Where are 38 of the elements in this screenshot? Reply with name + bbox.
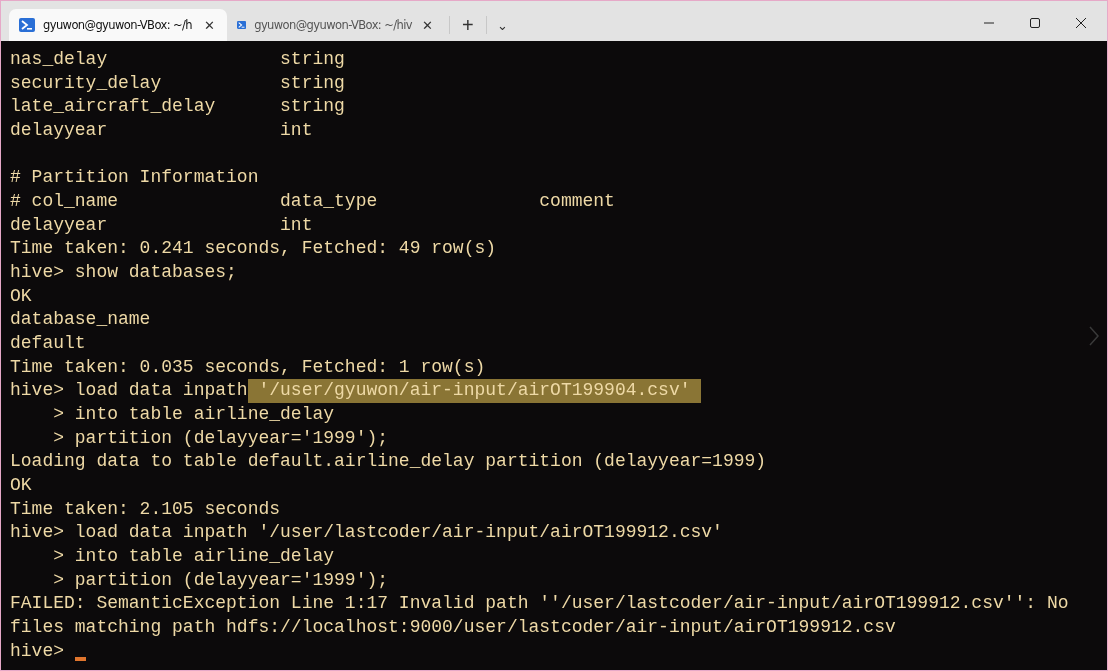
maximize-icon[interactable] — [1029, 17, 1041, 29]
terminal-line: > partition (delayyear='1999'); — [52, 568, 389, 592]
terminal-line: late_aircraft_delay string — [10, 95, 345, 119]
close-tab-button[interactable]: ✕ — [202, 17, 217, 33]
terminal-line: files matching path hdfs://localhost:9000/user/lastcoder/air-input/airOT199912.csv — [10, 616, 896, 640]
terminal-line: > into table airline_delay — [52, 403, 335, 427]
new-tab-button[interactable]: + — [454, 9, 482, 41]
terminal-line: FAILED: SemanticException Line 1:17 Invalid path ''/user/lastcoder/air-input/airOT199912.csv'': No — [10, 592, 1069, 616]
tab-title: gyuwon@gyuwon-VBox: ~/hiv — [254, 18, 412, 32]
terminal-line: nas_delay string — [10, 48, 345, 71]
tab-title: gyuwon@gyuwon-VBox: ~/h — [43, 18, 193, 32]
terminal-line: hive> show databases; — [10, 261, 237, 285]
terminal-line: hive> — [10, 639, 64, 663]
terminal-line: hive> load data inpath '/user/lastcoder/air-input/airOT199912.csv' — [10, 521, 723, 545]
terminal-icon — [237, 18, 247, 32]
terminal-line: OK — [10, 284, 32, 308]
terminal-line: default — [10, 332, 86, 356]
close-tab-button[interactable]: ✕ — [420, 17, 435, 33]
terminal-line: > partition (delayyear='1999'); — [52, 426, 389, 450]
terminal-line: # col_name data_type comment — [10, 190, 615, 214]
terminal-line: # Partition Information — [10, 166, 259, 190]
terminal-line: delayyear int — [10, 213, 313, 237]
terminal-line: delayyear int — [10, 119, 313, 142]
terminal-tab[interactable]: gyuwon@gyuwon-VBox: ~/hiv ✕ — [227, 9, 445, 41]
close-icon[interactable] — [1075, 17, 1087, 29]
dropdown-button[interactable]: ⌄ — [490, 9, 514, 41]
terminal-tab[interactable]: gyuwon@gyuwon-VBox: ~/h ✕ — [9, 9, 227, 41]
terminal-line: Time taken: 0.241 seconds, Fetched: 49 row(s) — [10, 237, 497, 261]
selected-text: '/user/gyuwon/air-input/airOT199904.csv' — [247, 379, 702, 404]
terminal-line: > into table airline_delay — [52, 545, 335, 569]
terminal-line: database_name — [10, 308, 151, 332]
terminal-icon — [19, 18, 35, 32]
terminal-line: OK — [10, 474, 32, 498]
terminal-line: hive> load data inpath — [10, 379, 248, 403]
terminal-line: Time taken: 2.105 seconds — [10, 497, 281, 521]
terminal-line: security_delay string — [10, 71, 345, 95]
terminal-line: Loading data to table default.airline_delay partition (delayyear=1999) — [10, 450, 767, 474]
terminal-line: Time taken: 0.035 seconds, Fetched: 1 row(s) — [10, 355, 486, 379]
